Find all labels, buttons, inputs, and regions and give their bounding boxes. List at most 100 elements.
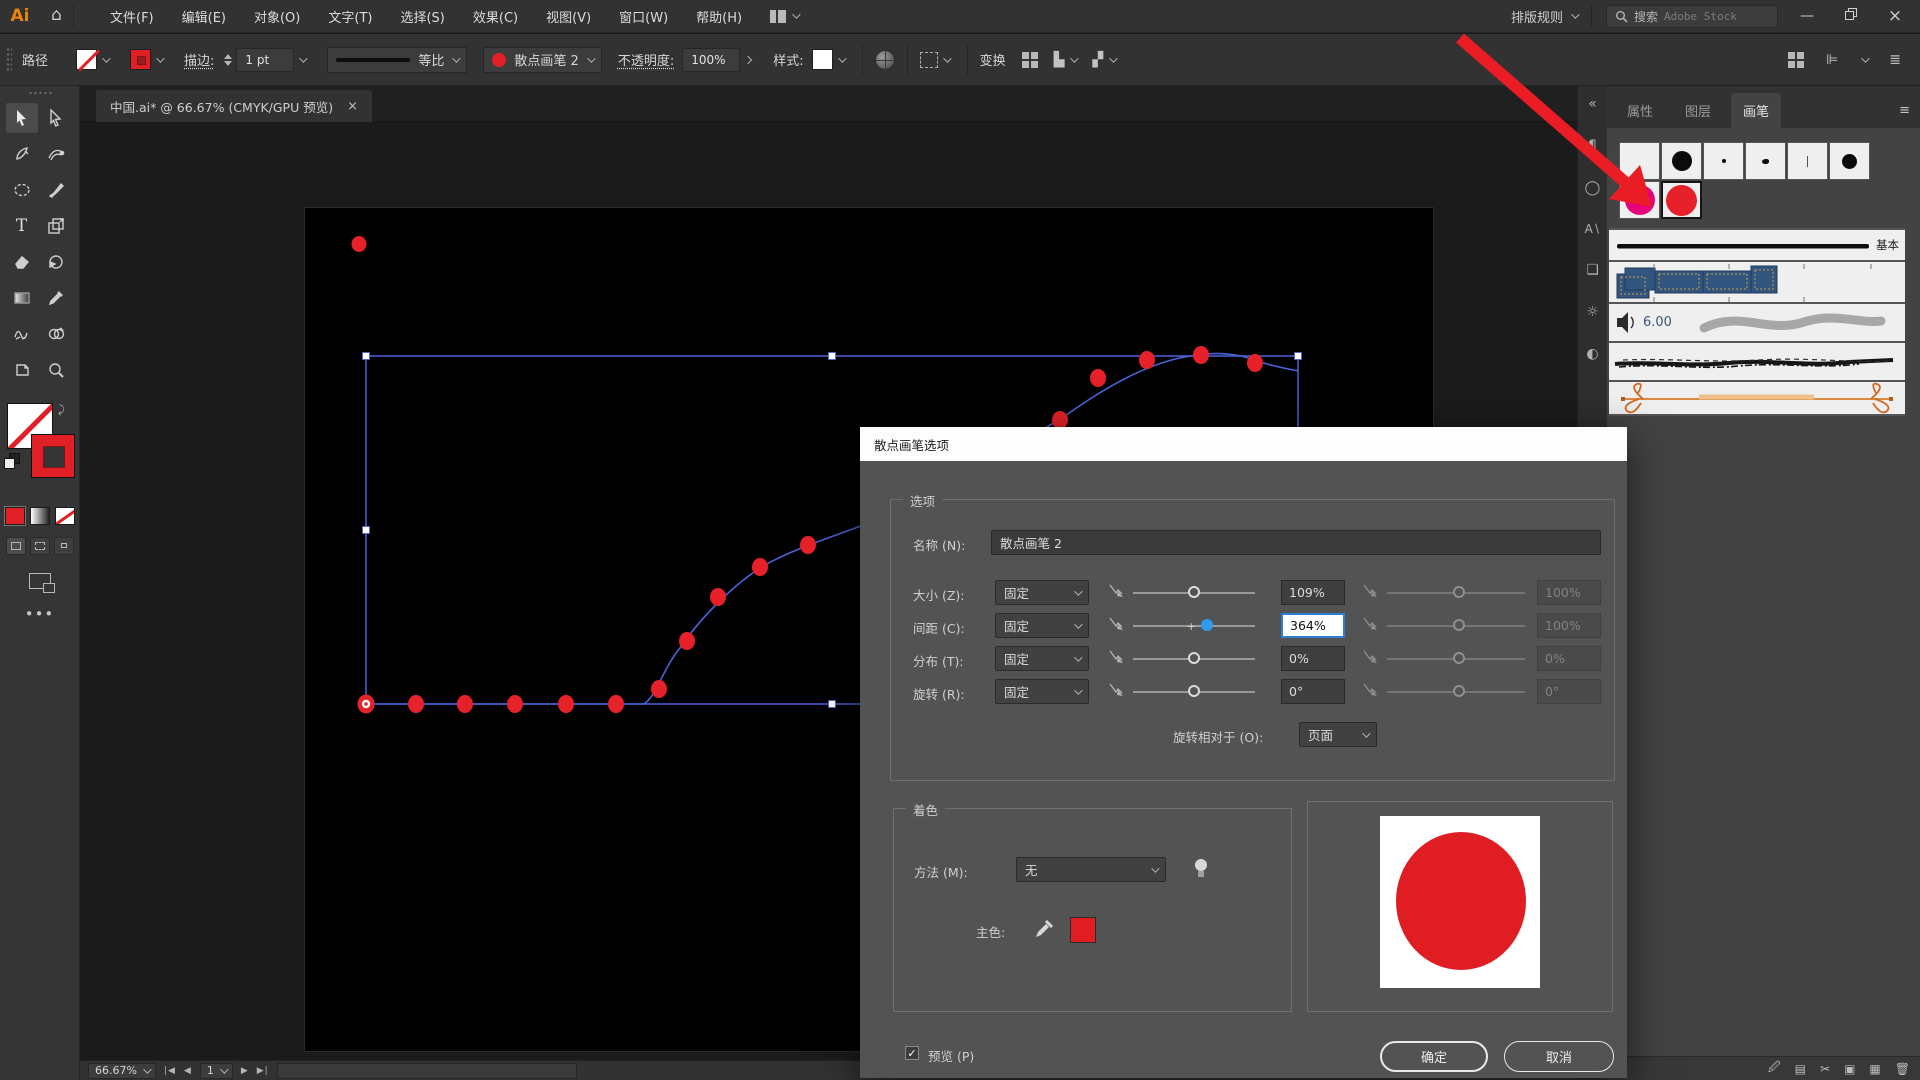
cancel-button[interactable]: 取消 [1504,1041,1614,1072]
preview-checkbox[interactable]: ✓ [905,1046,919,1060]
dialog-title-bar[interactable]: 散点画笔选项 [860,427,1627,461]
pen-tool[interactable] [6,139,38,169]
default-fill-stroke-icon[interactable] [4,453,22,471]
stroke-panel-icon[interactable]: ◯ [1585,180,1601,196]
chevron-down-icon[interactable] [1861,54,1869,62]
stroke-weight-label[interactable]: 描边: [184,50,214,69]
scatter-variation-slider[interactable] [1387,646,1525,671]
brush-row-pattern[interactable] [1609,260,1905,302]
selection-tool[interactable] [6,103,38,133]
previous-artboard-icon[interactable]: ◀ [184,1066,192,1076]
next-artboard-icon[interactable]: ▶ [241,1066,249,1076]
stroke-color-swatch[interactable] [130,49,151,70]
eyedropper-icon[interactable] [1034,919,1054,939]
chevron-right-icon[interactable] [744,55,752,63]
size-value[interactable]: 109% [1281,580,1345,605]
brush-row-basic[interactable]: 基本 [1609,228,1905,260]
opacity-value[interactable]: 100% [682,48,740,72]
new-brush-icon[interactable]: ▦ [1869,1062,1880,1076]
symbols-panel-icon[interactable]: ◐ [1586,346,1598,362]
paintbrush-tool[interactable] [40,175,72,205]
restore-button[interactable] [1836,8,1866,24]
eraser-tool[interactable] [6,247,38,277]
remove-brush-stroke-icon[interactable]: ✂ [1820,1062,1830,1076]
stroke-proxy-red[interactable] [31,434,75,478]
ok-button[interactable]: 确定 [1380,1041,1488,1072]
align-left-icon[interactable]: ▙ [1054,52,1066,68]
eyedropper-tool[interactable] [40,283,72,313]
scatter-value[interactable]: 0% [1281,646,1345,671]
width-profile-select[interactable]: 等比 [327,47,467,73]
brush-options-icon[interactable]: ▣ [1844,1062,1855,1076]
scatter-slider[interactable] [1133,646,1255,671]
expand-panels-icon[interactable]: « [1588,96,1597,112]
artboard-number-select[interactable]: 1 [200,1063,233,1079]
delete-brush-icon[interactable]: 🗑 [1895,1062,1910,1076]
arrange-rule-dropdown[interactable]: 排版规则 [1511,7,1577,26]
chevron-down-icon[interactable] [1071,54,1079,62]
last-artboard-icon[interactable]: ▶| [257,1066,269,1076]
style-swatch[interactable] [812,49,833,70]
arrange-documents-icon[interactable] [1788,52,1804,68]
size-mode-select[interactable]: 固定 [995,580,1089,605]
type-tool[interactable]: T [6,211,38,241]
brush-swatch-small-dot[interactable] [1703,142,1744,180]
draw-inside-mode[interactable] [54,537,74,555]
brush-swatch-blob[interactable] [1745,142,1786,180]
rotation-mode-select[interactable]: 固定 [995,679,1089,704]
brush-swatch-magenta-circle[interactable] [1619,181,1660,219]
menu-list-icon[interactable]: ≣ [1889,52,1902,68]
tab-close-icon[interactable]: × [347,99,358,114]
gradient-tool[interactable] [6,283,38,313]
chevron-down-icon[interactable] [943,54,951,62]
brush-row-charcoal[interactable] [1609,341,1905,380]
brush-swatch-line[interactable] [1787,142,1828,180]
align-objects-icon[interactable] [1022,52,1038,68]
menu-item[interactable]: 文字(T) [314,1,386,32]
rotation-value[interactable]: 0° [1281,679,1345,704]
none-button[interactable] [55,507,75,525]
slice-tool[interactable] [6,355,38,385]
gradient-panel-icon[interactable]: ☼ [1586,304,1599,320]
menu-item[interactable]: 帮助(H) [682,1,756,32]
zoom-tool[interactable] [40,355,72,385]
menu-item[interactable]: 编辑(E) [168,1,240,32]
document-tab[interactable]: 中国.ai* @ 66.67% (CMYK/GPU 预览) × [96,90,372,122]
chevron-down-icon[interactable] [1109,54,1117,62]
brush-swatch-medium-dot[interactable] [1829,142,1870,180]
opacity-label[interactable]: 不透明度: [618,50,674,69]
transform-label[interactable]: 变换 [980,50,1006,69]
menu-item[interactable]: 视图(V) [532,1,605,32]
style-dropdown-icon[interactable] [838,54,846,62]
direct-selection-tool[interactable] [40,103,72,133]
first-artboard-icon[interactable]: |◀ [164,1066,176,1076]
key-color-swatch[interactable] [1070,917,1096,943]
spacing-mode-select[interactable]: 固定 [995,613,1089,638]
zoom-level-select[interactable]: 66.67% [88,1063,156,1079]
rotation-relative-select[interactable]: 页面 [1299,722,1377,747]
stroke-weight-stepper[interactable] [224,54,232,66]
method-select[interactable]: 无 [1016,857,1166,882]
brush-libraries-icon[interactable]: 🖉 [1768,1058,1781,1079]
brush-definition-select[interactable]: 散点画笔 2 [483,47,601,73]
tab-brushes[interactable]: 画笔 [1731,93,1781,128]
swap-fill-stroke-icon[interactable]: ⤸ [58,403,65,417]
shape-builder-tool[interactable] [40,319,72,349]
menu-item[interactable]: 文件(F) [96,1,168,32]
free-transform-tool[interactable] [40,211,72,241]
tab-layers[interactable]: 图层 [1673,93,1723,128]
menu-item[interactable]: 对象(O) [240,1,314,32]
brush-row-calligraphic[interactable]: 6.00 [1609,302,1905,341]
edit-toolbar-icon[interactable]: ••• [0,605,79,623]
brush-row-decorative[interactable] [1609,380,1905,416]
close-button[interactable]: × [1880,6,1910,26]
shaper-tool[interactable] [6,319,38,349]
brush-swatch-blank[interactable] [1619,142,1660,180]
panel-drag-handle[interactable] [6,47,12,73]
paragraph-panel-icon[interactable]: ¶ [1588,138,1597,154]
curvature-tool[interactable] [40,139,72,169]
stroke-weight-dropdown-icon[interactable] [300,54,308,62]
spacing-slider[interactable]: + [1133,613,1255,638]
color-button[interactable] [5,507,25,525]
fill-color-swatch[interactable] [76,49,97,70]
